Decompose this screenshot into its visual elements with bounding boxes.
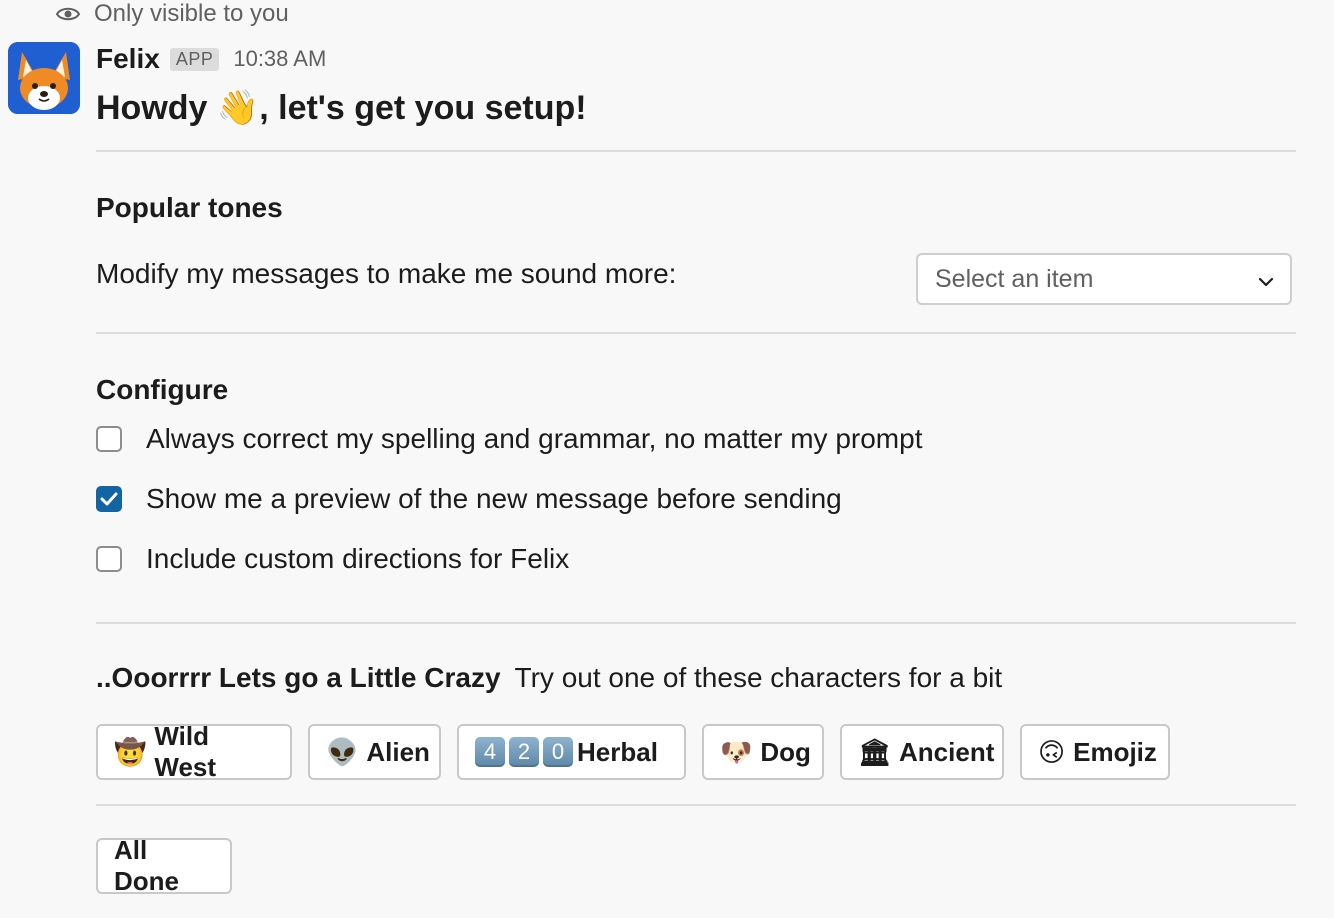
app-badge: APP bbox=[169, 47, 220, 71]
configure-option-label: Include custom directions for Felix bbox=[146, 543, 570, 574]
all-done-button[interactable]: All Done bbox=[96, 835, 232, 896]
keycap-0-icon: 0 bbox=[543, 737, 573, 767]
tones-heading: Popular tones bbox=[96, 192, 283, 223]
tone-select[interactable]: Select an item bbox=[916, 253, 1292, 305]
herbal-button[interactable]: 4 2 0 Herbal bbox=[457, 724, 686, 780]
divider bbox=[96, 332, 1296, 334]
fox-avatar-icon bbox=[8, 42, 80, 114]
sender-name[interactable]: Felix bbox=[96, 43, 160, 75]
button-label: Wild West bbox=[154, 721, 217, 782]
message-title: Howdy 👋, let's get you setup! bbox=[96, 89, 587, 127]
classical-building-icon: 🏛 bbox=[858, 737, 892, 767]
message-header: Felix APP 10:38 AM bbox=[96, 40, 326, 78]
button-label: All Done bbox=[114, 835, 179, 896]
crazy-heading: ..Ooorrrr Lets go a Little Crazy bbox=[96, 662, 501, 693]
configure-option-label: Always correct my spelling and grammar, … bbox=[146, 423, 923, 454]
alien-icon: 👽 bbox=[326, 737, 359, 767]
checkbox-checked[interactable] bbox=[96, 486, 122, 512]
configure-option[interactable]: Always correct my spelling and grammar, … bbox=[96, 423, 922, 455]
checkbox[interactable] bbox=[96, 426, 122, 452]
divider bbox=[96, 804, 1296, 806]
emojiz-button[interactable]: 🙃 Emojiz bbox=[1020, 724, 1170, 780]
divider bbox=[96, 622, 1296, 624]
visibility-note: Only visible to you bbox=[56, 0, 289, 28]
dog-icon: 🐶 bbox=[720, 737, 753, 767]
button-label: Dog bbox=[760, 736, 811, 767]
alien-button[interactable]: 👽 Alien bbox=[308, 724, 441, 780]
divider bbox=[96, 150, 1296, 152]
configure-option-label: Show me a preview of the new message bef… bbox=[146, 483, 842, 514]
keycap-4-icon: 4 bbox=[475, 737, 505, 767]
button-label: Emojiz bbox=[1073, 736, 1157, 767]
ancient-button[interactable]: 🏛 Ancient bbox=[840, 724, 1004, 780]
button-label: Alien bbox=[366, 736, 430, 767]
checkmark-icon bbox=[100, 492, 118, 506]
wild-west-button[interactable]: 🤠 Wild West bbox=[96, 721, 292, 782]
message-timestamp[interactable]: 10:38 AM bbox=[233, 46, 326, 72]
checkbox[interactable] bbox=[96, 546, 122, 572]
crazy-subtext: Try out one of these characters for a bi… bbox=[514, 662, 1003, 693]
tones-prompt: Modify my messages to make me sound more… bbox=[96, 258, 677, 289]
tone-select-placeholder: Select an item bbox=[935, 264, 1094, 293]
button-label: Ancient bbox=[899, 736, 995, 767]
upside-down-face-icon: 🙃 bbox=[1038, 737, 1066, 767]
chevron-down-icon bbox=[1258, 265, 1274, 294]
keycap-2-icon: 2 bbox=[509, 737, 539, 767]
cowboy-icon: 🤠 bbox=[114, 737, 147, 767]
configure-option[interactable]: Show me a preview of the new message bef… bbox=[96, 483, 842, 515]
visibility-text: Only visible to you bbox=[94, 0, 289, 27]
dog-button[interactable]: 🐶 Dog bbox=[702, 724, 824, 780]
avatar[interactable] bbox=[8, 42, 80, 114]
button-label: Herbal bbox=[577, 736, 658, 767]
eye-icon bbox=[56, 6, 80, 22]
configure-heading: Configure bbox=[96, 374, 229, 405]
crazy-section-text: ..Ooorrrr Lets go a Little Crazy Try out… bbox=[96, 662, 1002, 694]
configure-option[interactable]: Include custom directions for Felix bbox=[96, 543, 569, 575]
